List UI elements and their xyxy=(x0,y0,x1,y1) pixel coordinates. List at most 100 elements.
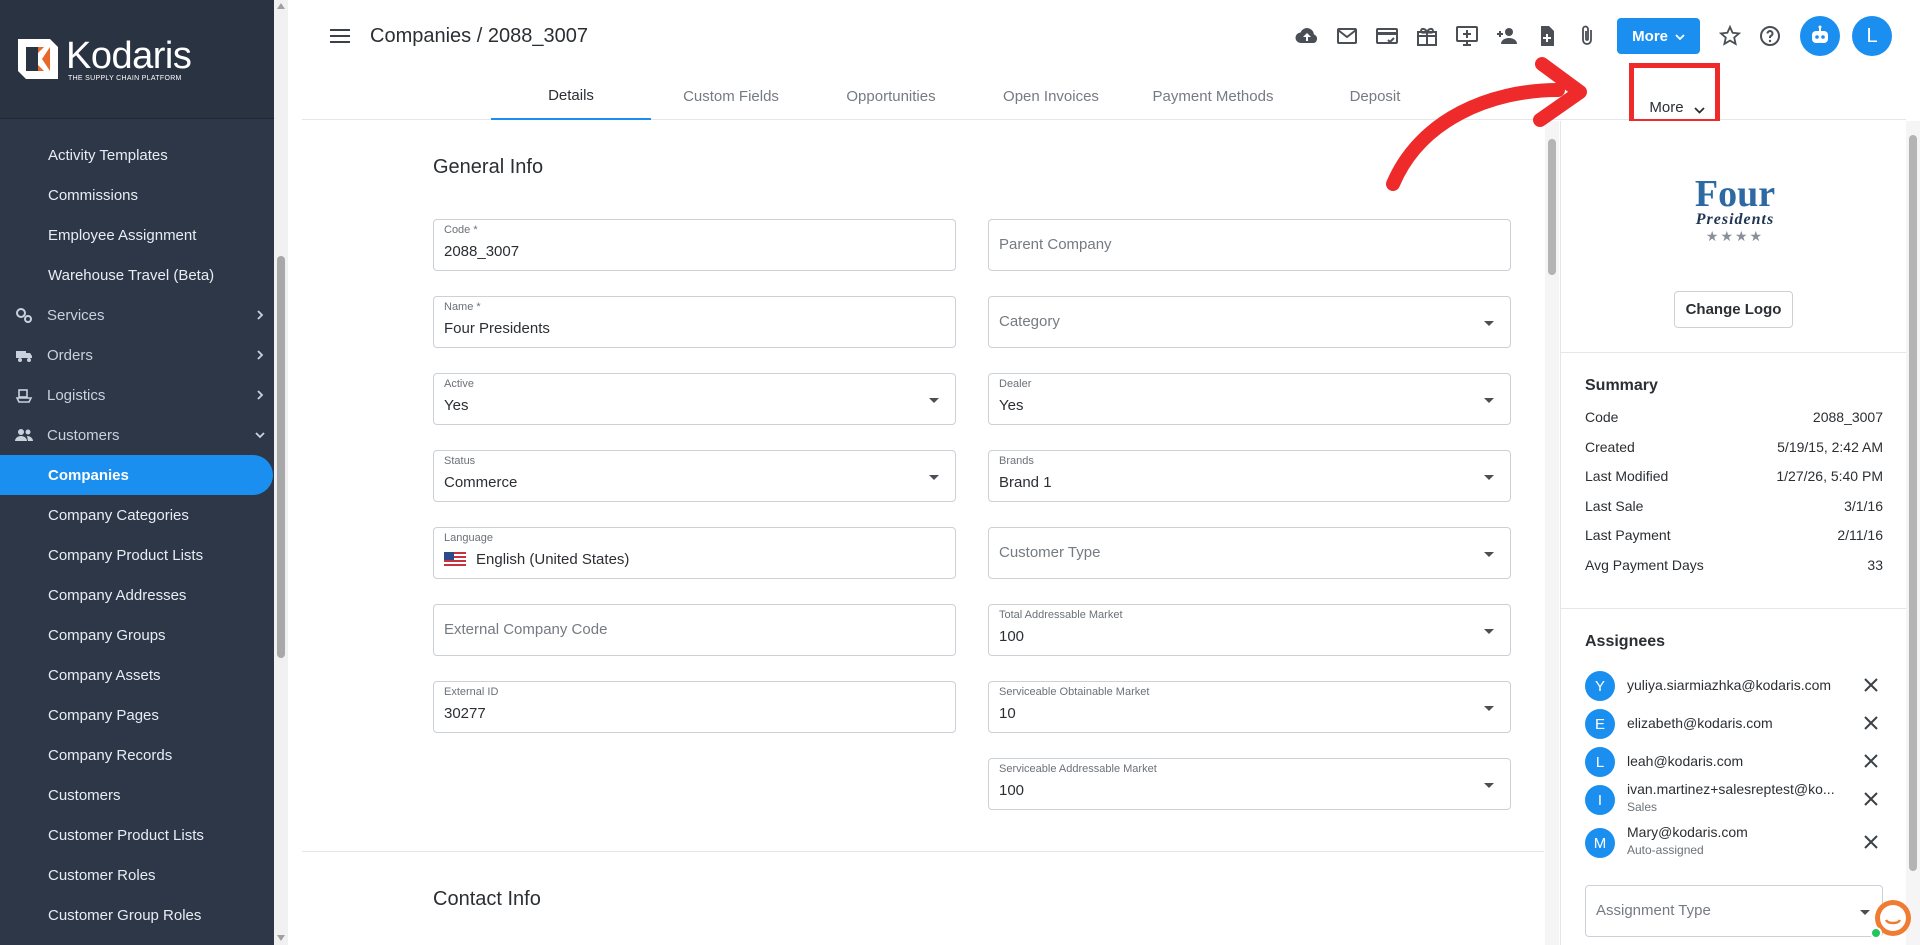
hamburger-menu-icon[interactable] xyxy=(326,22,354,50)
summary-row: Last Payment 2/11/16 xyxy=(1585,527,1883,557)
serviceable-addressable-market-select[interactable]: Serviceable Addressable Market 100 xyxy=(988,758,1511,810)
dealer-select[interactable]: Dealer Yes xyxy=(988,373,1511,425)
sidebar-item-company-categories[interactable]: Company Categories xyxy=(0,495,288,535)
main-scroll-thumb[interactable] xyxy=(1548,139,1556,275)
help-icon[interactable] xyxy=(1750,16,1790,56)
category-select[interactable]: Category xyxy=(988,296,1511,348)
field-label: Serviceable Addressable Market xyxy=(999,763,1157,775)
sidebar-item-warehouse-travel-beta[interactable]: Warehouse Travel (Beta) xyxy=(0,255,288,295)
user-avatar[interactable]: L xyxy=(1852,16,1892,56)
remove-assignee-close-icon[interactable] xyxy=(1863,791,1879,807)
chat-support-icon[interactable] xyxy=(1869,896,1913,940)
remove-assignee-close-icon[interactable] xyxy=(1863,834,1879,850)
external-company-code-field[interactable]: External Company Code xyxy=(433,604,956,656)
main-scrollbar[interactable] xyxy=(1545,121,1559,945)
customer-type-select[interactable]: Customer Type xyxy=(988,527,1511,579)
name-field[interactable]: Name * Four Presidents xyxy=(433,296,956,348)
add-file-icon[interactable] xyxy=(1527,16,1567,56)
add-screen-icon[interactable] xyxy=(1447,16,1487,56)
assignee-row: Iivan.martinez+salesreptest@ko... Sales xyxy=(1585,781,1883,817)
assignment-type-select[interactable]: Assignment Type xyxy=(1585,885,1883,937)
tab-opportunities[interactable]: Opportunities xyxy=(811,72,971,120)
remove-assignee-close-icon[interactable] xyxy=(1863,753,1879,769)
sidebar-scrollbar[interactable] xyxy=(274,0,288,945)
more-actions-button[interactable]: More xyxy=(1617,18,1700,54)
sidebar-item-company-addresses[interactable]: Company Addresses xyxy=(0,575,288,615)
sidebar-item-company-records[interactable]: Company Records xyxy=(0,735,288,775)
star-icon[interactable] xyxy=(1710,16,1750,56)
gift-icon[interactable] xyxy=(1407,16,1447,56)
sidebar-item-company-groups[interactable]: Company Groups xyxy=(0,615,288,655)
scroll-up-icon[interactable] xyxy=(277,3,285,9)
remove-assignee-close-icon[interactable] xyxy=(1863,715,1879,731)
chevron-right-icon xyxy=(252,307,268,323)
company-logo-card: Four Presidents ★★★★ Change Logo xyxy=(1561,121,1906,353)
company-logo: Four Presidents ★★★★ xyxy=(1689,175,1781,244)
scroll-down-icon[interactable] xyxy=(277,935,285,941)
summary-label: Avg Payment Days xyxy=(1585,556,1704,573)
field-label: Serviceable Obtainable Market xyxy=(999,686,1150,698)
payment-icon[interactable] xyxy=(1367,16,1407,56)
sidebar-item-company-product-lists[interactable]: Company Product Lists xyxy=(0,535,288,575)
assignee-email: ivan.martinez+salesreptest@ko... xyxy=(1627,781,1835,797)
assignee-email: Mary@kodaris.com xyxy=(1627,824,1748,840)
sidebar-item-orders[interactable]: Orders xyxy=(0,335,288,375)
field-value: 100 xyxy=(999,628,1025,645)
field-label: Brands xyxy=(999,455,1034,467)
remove-assignee-close-icon[interactable] xyxy=(1863,677,1879,693)
tab-deposit[interactable]: Deposit xyxy=(1295,72,1455,120)
assistant-bot-icon[interactable] xyxy=(1800,16,1840,56)
sidebar-item-label: Company Groups xyxy=(48,626,166,644)
sidebar-item-customer-roles[interactable]: Customer Roles xyxy=(0,855,288,895)
sidebar-item-employee-assignment[interactable]: Employee Assignment xyxy=(0,215,288,255)
change-logo-button[interactable]: Change Logo xyxy=(1674,291,1793,328)
serviceable-obtainable-market-select[interactable]: Serviceable Obtainable Market 10 xyxy=(988,681,1511,733)
code-field[interactable]: Code * 2088_3007 xyxy=(433,219,956,271)
cloud-upload-icon[interactable] xyxy=(1287,16,1327,56)
dropdown-arrow-icon xyxy=(1484,398,1494,403)
language-value: English (United States) xyxy=(476,551,630,568)
sidebar-item-company-assets[interactable]: Company Assets xyxy=(0,655,288,695)
active-select[interactable]: Active Yes xyxy=(433,373,956,425)
sidebar-item-label: Company Categories xyxy=(48,506,189,524)
sidebar-item-company-pages[interactable]: Company Pages xyxy=(0,695,288,735)
field-label: Code * xyxy=(444,224,478,236)
tab-details[interactable]: Details xyxy=(491,72,651,120)
brand-logo[interactable]: Kodaris THE SUPPLY CHAIN PLATFORM xyxy=(0,0,288,119)
summary-rows: Code 2088_3007 Created 5/19/15, 2:42 AM Last… xyxy=(1585,409,1883,587)
kodaris-logo-icon xyxy=(18,39,58,79)
add-person-icon[interactable] xyxy=(1487,16,1527,56)
attachment-icon[interactable] xyxy=(1567,16,1607,56)
tab-payment-methods[interactable]: Payment Methods xyxy=(1131,72,1295,120)
panel-scroll-thumb[interactable] xyxy=(1909,135,1917,871)
sidebar-scroll-thumb[interactable] xyxy=(277,256,285,658)
panel-scrollbar[interactable] xyxy=(1906,121,1920,945)
tab-open-invoices[interactable]: Open Invoices xyxy=(971,72,1131,120)
sidebar-item-logistics[interactable]: Logistics xyxy=(0,375,288,415)
sidebar-item-label: Orders xyxy=(47,346,93,364)
sidebar-item-commissions[interactable]: Commissions xyxy=(0,175,288,215)
total-addressable-market-select[interactable]: Total Addressable Market 100 xyxy=(988,604,1511,656)
summary-label: Code xyxy=(1585,409,1619,425)
sidebar-item-customers[interactable]: Customers xyxy=(0,775,288,815)
summary-value: 2088_3007 xyxy=(1812,409,1883,425)
external-id-field[interactable]: External ID 30277 xyxy=(433,681,956,733)
sidebar-item-customers[interactable]: Customers xyxy=(0,415,288,455)
sidebar-item-companies[interactable]: Companies xyxy=(0,455,273,495)
chevron-down-icon xyxy=(1675,28,1685,45)
sidebar-item-activity-templates[interactable]: Activity Templates xyxy=(0,135,288,175)
sidebar-item-label: Commissions xyxy=(48,186,139,204)
sidebar-item-services[interactable]: Services xyxy=(0,295,288,335)
sidebar-item-customer-product-lists[interactable]: Customer Product Lists xyxy=(0,815,288,855)
mail-icon[interactable] xyxy=(1327,16,1367,56)
parent-company-field[interactable]: Parent Company xyxy=(988,219,1511,271)
field-value: 2088_3007 xyxy=(444,243,520,260)
assignee-email: yuliya.siarmiazhka@kodaris.com xyxy=(1627,677,1832,693)
chevron-down-icon xyxy=(252,427,268,443)
sidebar-item-customer-group-roles[interactable]: Customer Group Roles xyxy=(0,895,288,935)
brands-select[interactable]: Brands Brand 1 xyxy=(988,450,1511,502)
summary-row: Avg Payment Days 33 xyxy=(1585,557,1883,587)
language-field[interactable]: Language English (United States) xyxy=(433,527,956,579)
tab-custom-fields[interactable]: Custom Fields xyxy=(651,72,811,120)
status-select[interactable]: Status Commerce xyxy=(433,450,956,502)
